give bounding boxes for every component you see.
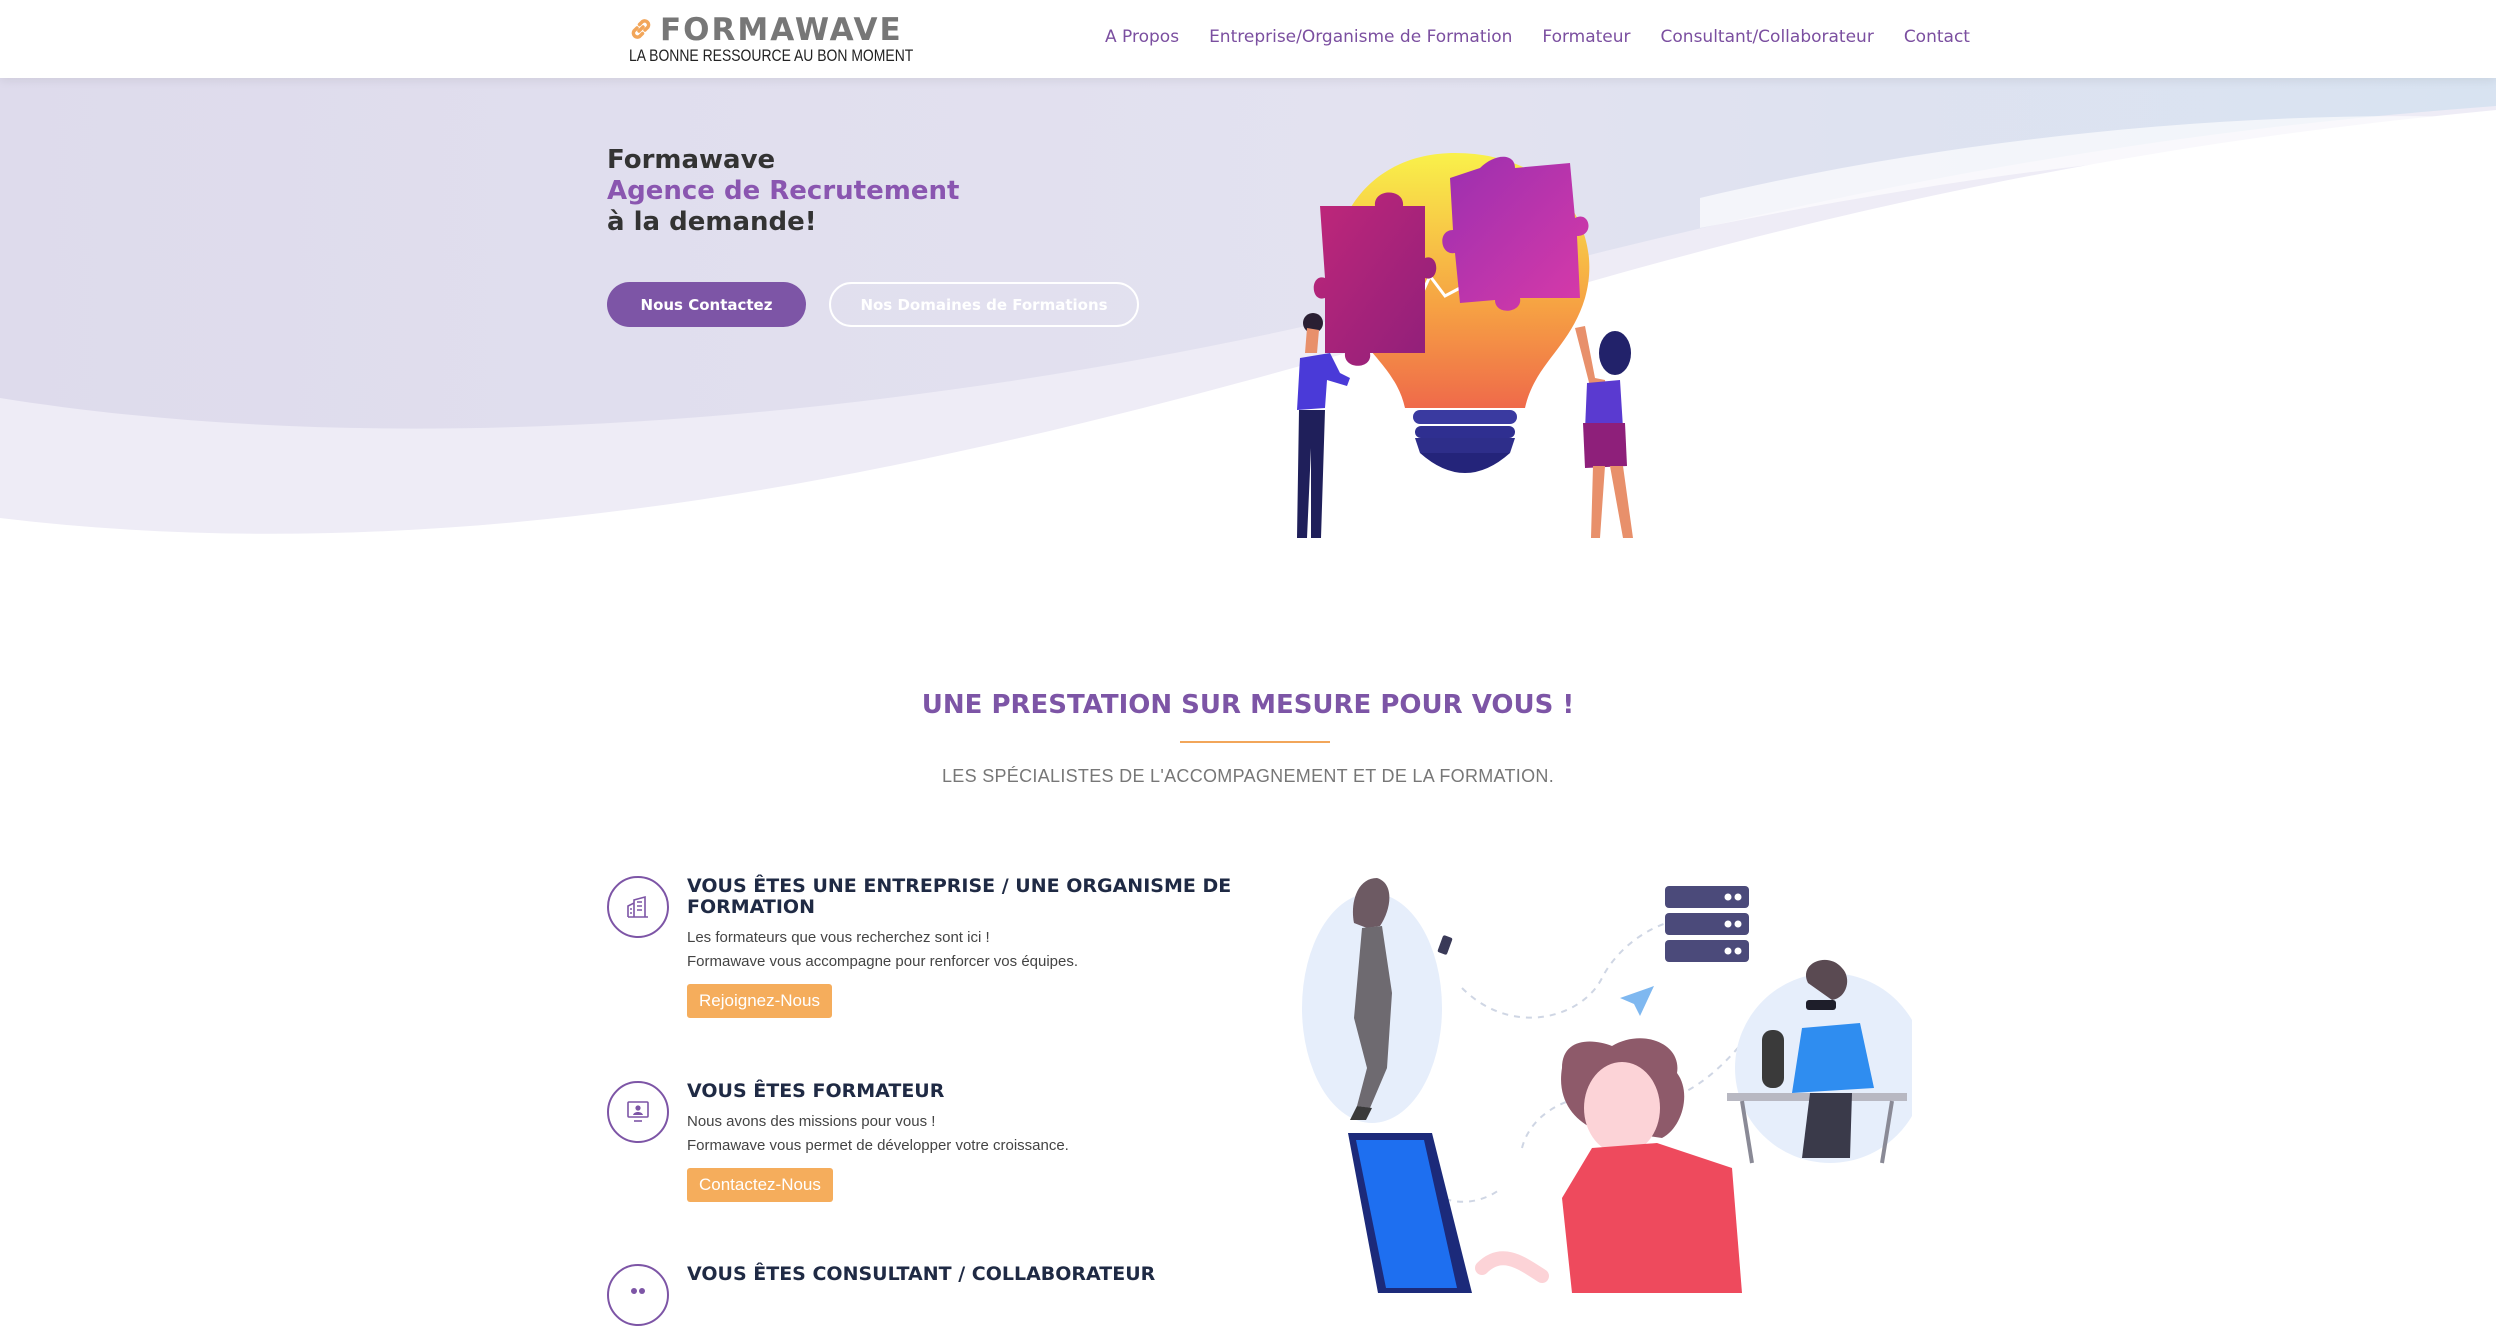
section-subtitle: LES SPÉCIALISTES DE L'ACCOMPAGNEMENT ET … bbox=[941, 766, 1555, 786]
feature-body: VOUS ÊTES UNE ENTREPRISE / UNE ORGANISME… bbox=[687, 876, 1247, 1018]
hero-highlight: Agence de Recrutement bbox=[607, 176, 960, 206]
building-icon bbox=[607, 876, 669, 938]
feature-text-line1: Les formateurs que vous recherchez sont … bbox=[687, 929, 990, 946]
feature-title: VOUS ÊTES UNE ENTREPRISE / UNE ORGANISME… bbox=[687, 875, 1232, 918]
hero-heading: Formawave Agence de Recrutement à la dem… bbox=[607, 145, 959, 238]
feature-title: VOUS ÊTES FORMATEUR bbox=[687, 1080, 945, 1102]
join-us-button[interactable]: Rejoignez-Nous bbox=[687, 984, 832, 1018]
link-icon bbox=[631, 19, 651, 39]
nav-entreprise[interactable]: Entreprise/Organisme de Formation bbox=[1209, 27, 1512, 47]
contact-button[interactable]: Nous Contactez bbox=[607, 282, 806, 327]
hero-tagline: à la demande! bbox=[607, 207, 817, 237]
nav-formateur[interactable]: Formateur bbox=[1542, 27, 1630, 47]
feature-body: VOUS ÊTES CONSULTANT / COLLABORATEUR bbox=[687, 1264, 1247, 1293]
feature-text-line2: Formawave vous accompagne pour renforcer… bbox=[687, 953, 1079, 970]
main-nav: A Propos Entreprise/Organisme de Formati… bbox=[1105, 27, 2000, 47]
contact-us-button[interactable]: Contactez-Nous bbox=[687, 1168, 833, 1202]
nav-contact[interactable]: Contact bbox=[1904, 27, 1970, 47]
nav-consultant[interactable]: Consultant/Collaborateur bbox=[1661, 27, 1874, 47]
logo-tagline: LA BONNE RESSOURCE AU BON MOMENT bbox=[629, 46, 914, 65]
remote-work-illustration bbox=[1302, 878, 1912, 1293]
hero-wave-background bbox=[0, 78, 2496, 534]
feature-text-line2: Formawave vous permet de développer votr… bbox=[687, 1137, 1069, 1154]
users-icon bbox=[607, 1264, 669, 1326]
site-header: FORMAWAVE LA BONNE RESSOURCE AU BON MOME… bbox=[0, 0, 2496, 78]
feature-text-line1: Nous avons des missions pour vous ! bbox=[687, 1113, 936, 1130]
feature-title: VOUS ÊTES CONSULTANT / COLLABORATEUR bbox=[687, 1263, 1156, 1285]
nav-a-propos[interactable]: A Propos bbox=[1105, 27, 1179, 47]
section-divider bbox=[1180, 741, 1330, 743]
logo-wordmark: FORMAWAVE bbox=[660, 12, 903, 48]
presenter-icon bbox=[607, 1081, 669, 1143]
lightbulb-puzzle-illustration bbox=[1297, 153, 1633, 538]
section-title: UNE PRESTATION SUR MESURE POUR VOUS ! bbox=[921, 690, 1575, 720]
feature-body: VOUS ÊTES FORMATEUR Nous avons des missi… bbox=[687, 1081, 1247, 1202]
site-logo[interactable]: FORMAWAVE LA BONNE RESSOURCE AU BON MOME… bbox=[628, 12, 913, 66]
hero-brand: Formawave bbox=[607, 145, 776, 175]
domains-button[interactable]: Nos Domaines de Formations bbox=[829, 282, 1139, 327]
